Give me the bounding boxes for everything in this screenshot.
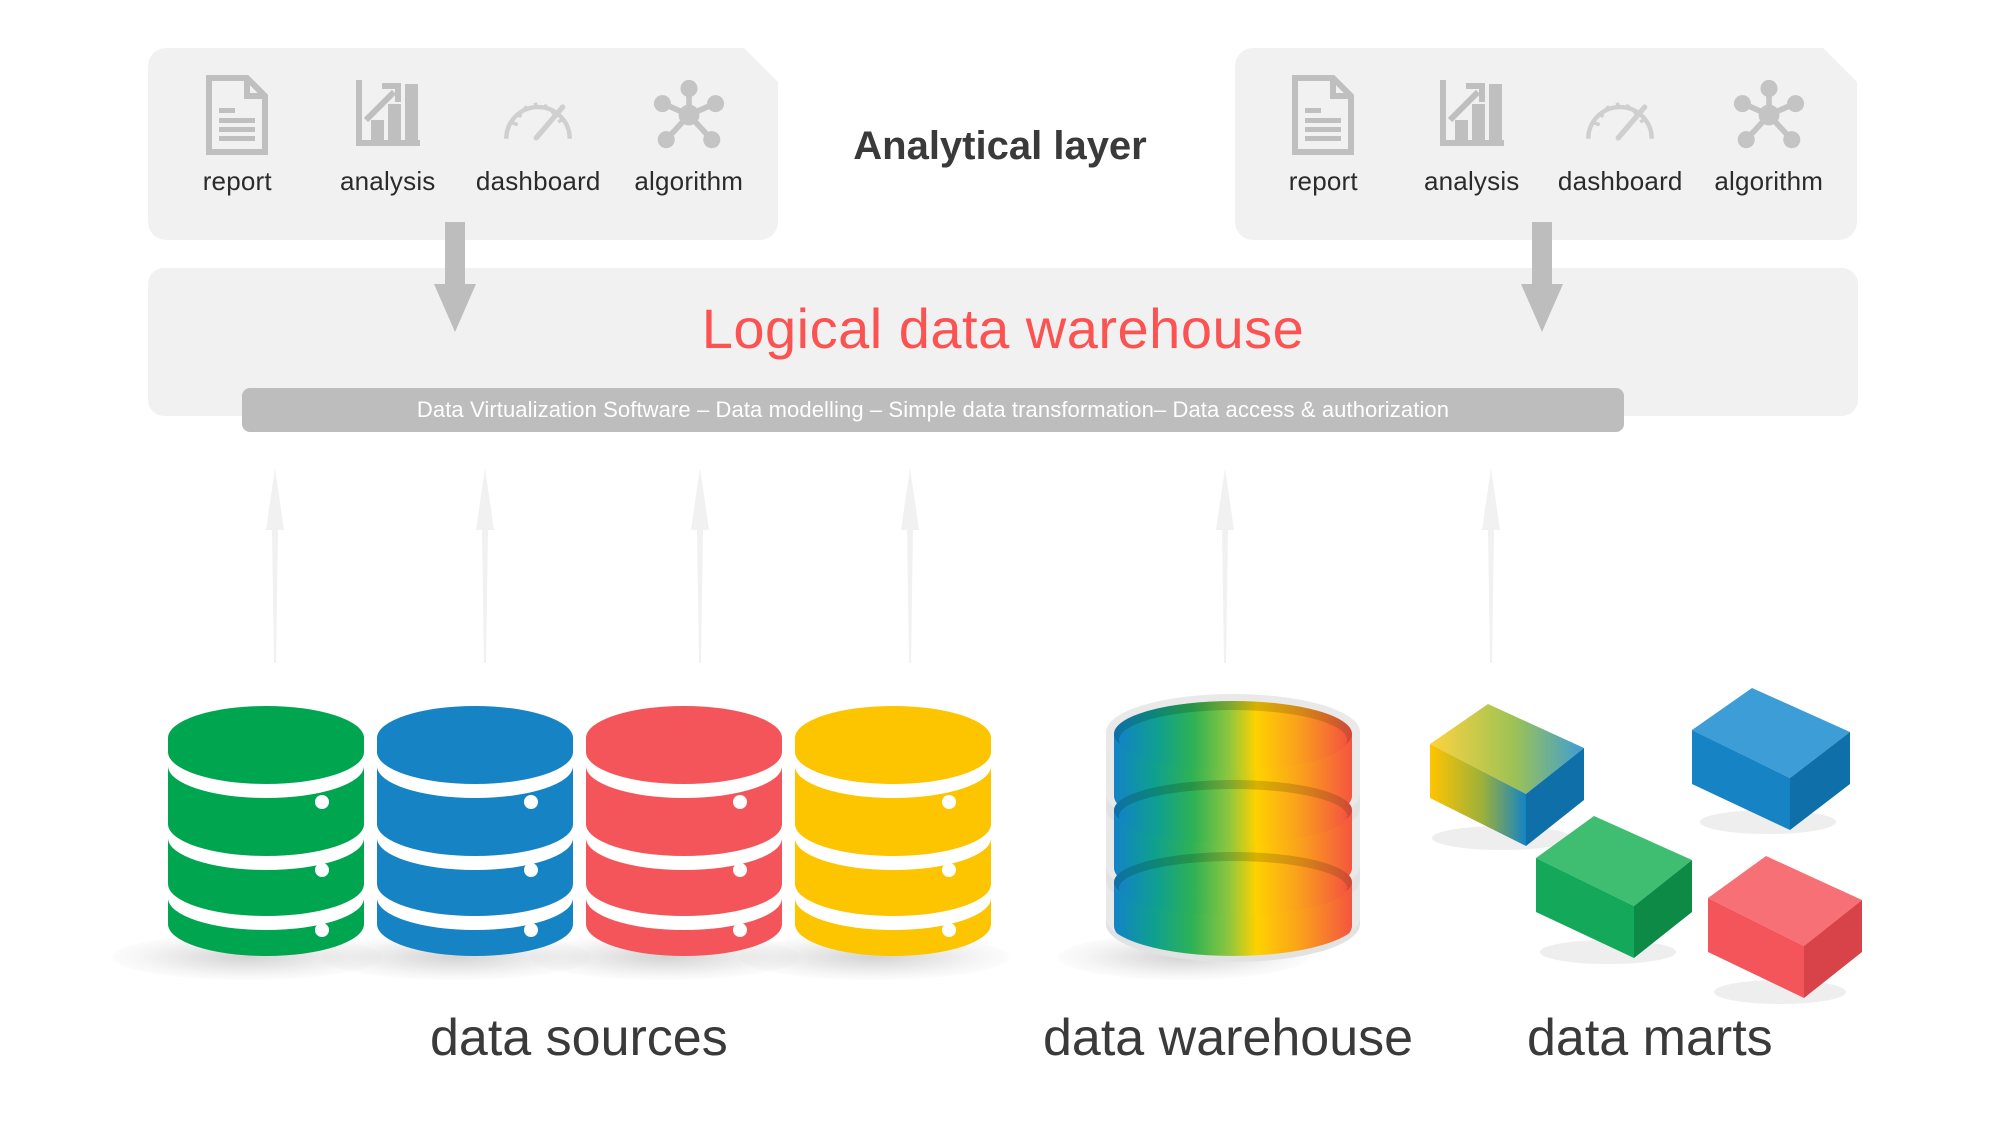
flow-down-arrow-right <box>1521 222 1563 332</box>
arrow-shaft <box>445 222 465 288</box>
analytics-icon-row-right: report analysis dashboard algorithm <box>1235 48 1857 240</box>
analytics-item-label: algorithm <box>1714 166 1824 196</box>
cylinder-body <box>375 706 573 956</box>
tier-label-data-marts: data marts <box>1527 1009 1773 1067</box>
network-algorithm-icon <box>1732 74 1806 156</box>
data-mart-cube-red <box>1700 840 1880 1010</box>
document-report-icon <box>1286 74 1360 156</box>
analytics-item-analysis-left[interactable]: analysis <box>318 74 458 197</box>
cylinder-body <box>793 706 991 956</box>
analytics-item-report-left[interactable]: report <box>167 74 307 197</box>
arrow-head <box>434 284 476 332</box>
flow-up-arrow-1 <box>262 468 288 663</box>
analytics-item-algorithm-left[interactable]: algorithm <box>619 74 759 197</box>
analytical-layer-panel-right: report analysis dashboard algorithm <box>1235 48 1857 240</box>
analytics-item-label: report <box>1288 166 1358 196</box>
cylinder-body <box>1098 690 1368 970</box>
analytical-layer-title: Analytical layer <box>853 124 1147 168</box>
analytics-item-report-right[interactable]: report <box>1253 74 1393 197</box>
capabilities-text: Data Virtualization Software – Data mode… <box>416 397 1450 422</box>
analytics-item-label: algorithm <box>634 166 744 196</box>
cylinder-body <box>584 706 782 956</box>
flow-up-arrow-6 <box>1478 468 1504 663</box>
flow-up-arrow-5 <box>1212 468 1238 663</box>
analytics-item-label: dashboard <box>475 166 601 196</box>
gauge-dashboard-icon <box>1583 74 1657 156</box>
gauge-dashboard-icon <box>501 74 575 156</box>
tier-label-data-warehouse: data warehouse <box>1043 1009 1414 1067</box>
flow-up-arrow-4 <box>897 468 923 663</box>
flow-up-arrow-2 <box>472 468 498 663</box>
bar-chart-analysis-icon <box>1435 74 1509 156</box>
document-report-icon <box>200 74 274 156</box>
analytics-item-dashboard-left[interactable]: dashboard <box>468 74 608 197</box>
network-algorithm-icon <box>652 74 726 156</box>
data-mart-cube-blue <box>1686 672 1866 842</box>
analytics-item-analysis-right[interactable]: analysis <box>1402 74 1542 197</box>
data-mart-cube-green <box>1530 800 1710 970</box>
flow-down-arrow-left <box>434 222 476 332</box>
analytics-item-dashboard-right[interactable]: dashboard <box>1550 74 1690 197</box>
arrow-shaft <box>1532 222 1552 288</box>
bar-chart-analysis-icon <box>351 74 425 156</box>
analytical-layer-panel-left: report analysis dashboard algorithm <box>148 48 778 240</box>
diagram-canvas: report analysis dashboard algorithm repo… <box>0 0 2000 1125</box>
analytics-icon-row-left: report analysis dashboard algorithm <box>148 48 778 240</box>
analytics-item-label: analysis <box>1423 166 1520 196</box>
arrow-head <box>1521 284 1563 332</box>
analytics-item-algorithm-right[interactable]: algorithm <box>1699 74 1839 197</box>
tier-label-data-sources: data sources <box>430 1009 728 1067</box>
flow-up-arrow-3 <box>687 468 713 663</box>
data-virtualization-capabilities-bar: Data Virtualization Software – Data mode… <box>242 388 1624 432</box>
cylinder-body <box>166 706 364 956</box>
analytics-item-label: analysis <box>339 166 436 196</box>
analytics-item-label: report <box>202 166 272 196</box>
analytics-item-label: dashboard <box>1557 166 1683 196</box>
logical-data-warehouse-title: Logical data warehouse <box>701 297 1305 360</box>
